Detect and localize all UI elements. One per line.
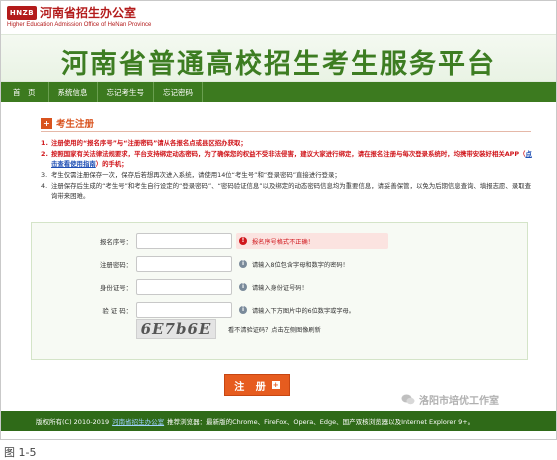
page-title: 河南省普通高校招生考生服务平台 xyxy=(61,49,496,80)
captcha-label: 验 证 码： xyxy=(102,307,132,315)
enroll-id-input[interactable] xyxy=(136,233,232,249)
info-icon: i xyxy=(239,306,247,314)
captcha-input-hint: 请输入下方图片中的6位数字或字母。 xyxy=(252,308,355,315)
main-nav: 首 页 系统信息 忘记考生号 忘记密码 xyxy=(1,82,556,102)
note-number: 3. xyxy=(41,171,48,179)
register-button[interactable]: 注 册 + xyxy=(224,374,290,396)
note-number: 2. xyxy=(41,150,48,158)
form-row-id-card: 身份证号： i 请输入身份证号码！ xyxy=(32,279,529,295)
note-item: 3. 考生仅需注册保存一次，保存后若想再次进入系统，请使用14位“考生号”和“登… xyxy=(41,170,533,180)
logo-icon[interactable]: HNZB xyxy=(7,6,37,20)
note-item: 4. 注册保存后生成的“考生号”和考生自行设定的“登录密码”、“密码验证信息”以… xyxy=(41,181,533,201)
section-header: + 考生注册 xyxy=(41,116,94,130)
note-text: 按照国家有关法律法规要求，平台支持绑定动态密码，为了确保您的权益不受非法侵害，建… xyxy=(51,149,533,169)
id-card-label: 身份证号： xyxy=(100,284,132,292)
top-logo-bar: HNZB 河南省招生办公室 Higher Education Admission… xyxy=(1,1,556,34)
register-button-label: 注 册 xyxy=(234,381,270,393)
plus-icon: + xyxy=(271,381,280,389)
note-text-after: ）的手机； xyxy=(95,160,128,168)
main-content: + 考生注册 1. 注册使用的“报名序号”与“注册密码”请从各报名点或县区招办获… xyxy=(21,102,537,399)
logo-text-cn[interactable]: 河南省招生办公室 xyxy=(40,4,136,21)
note-number: 4. xyxy=(41,182,48,190)
logo-text-en: Higher Education Admission Office of HeN… xyxy=(7,22,152,28)
title-banner: 河南省普通高校招生考生服务平台 xyxy=(1,34,556,82)
note-item: 1. 注册使用的“报名序号”与“注册密码”请从各报名点或县区招办获取； xyxy=(41,138,533,148)
plus-icon: + xyxy=(41,117,52,129)
id-card-hint: 请输入身份证号码！ xyxy=(252,285,308,292)
nav-item-system-info[interactable]: 系统信息 xyxy=(49,82,98,102)
form-row-password: 注册密码： i 请输入8位包含字母和数字的密码！ xyxy=(32,256,529,272)
captcha-input[interactable] xyxy=(136,302,232,318)
footer-copyright: 版权所有(C) 2010-2019 xyxy=(36,418,110,426)
section-title: 考生注册 xyxy=(56,119,95,130)
captcha-image[interactable]: 6E7b6E xyxy=(136,319,216,339)
password-hint: 请输入8位包含字母和数字的密码！ xyxy=(252,262,349,269)
enroll-id-hint: 报名序号格式不正确！ xyxy=(252,239,314,246)
watermark-text: 洛阳市培优工作室 xyxy=(419,396,499,407)
footer: 版权所有(C) 2010-2019 河南省招生办公室 推荐浏览器：最新版的Chr… xyxy=(1,411,556,431)
note-text-main: 按照国家有关法律法规要求，平台支持绑定动态密码，为了确保您的权益不受非法侵害，建… xyxy=(51,150,526,158)
footer-browser-text: 推荐浏览器：最新版的Chrome、FireFox、Opera、Edge、国产双核… xyxy=(167,418,475,426)
note-text: 注册使用的“报名序号”与“注册密码”请从各报名点或县区招办获取； xyxy=(51,139,247,147)
error-icon: ! xyxy=(239,237,247,245)
info-icon: i xyxy=(239,283,247,291)
id-card-input[interactable] xyxy=(136,279,232,295)
section-divider xyxy=(41,131,531,132)
note-item: 2. 按照国家有关法律法规要求，平台支持绑定动态密码，为了确保您的权益不受非法侵… xyxy=(41,149,533,169)
info-icon: i xyxy=(239,260,247,268)
captcha-refresh-hint: 看不清验证码？点击左侧图像刷新 xyxy=(228,327,321,334)
nav-item-forgot-exam-number[interactable]: 忘记考生号 xyxy=(98,82,154,102)
wechat-icon xyxy=(401,394,415,405)
registration-form: 报名序号： ! 报名序号格式不正确！ 注册密码： i 请输入8位包含字母和数字的… xyxy=(31,222,528,360)
notes-list: 1. 注册使用的“报名序号”与“注册密码”请从各报名点或县区招办获取； 2. 按… xyxy=(41,138,533,202)
note-text: 考生仅需注册保存一次，保存后若想再次进入系统，请使用14位“考生号”和“登录密码… xyxy=(51,171,341,179)
password-input[interactable] xyxy=(136,256,232,272)
nav-item-home[interactable]: 首 页 xyxy=(1,82,49,102)
note-number: 1. xyxy=(41,139,48,147)
figure-caption: 图 1-5 xyxy=(4,446,37,459)
enroll-id-label: 报名序号： xyxy=(100,238,132,246)
form-row-enroll-id: 报名序号： ! 报名序号格式不正确！ xyxy=(32,233,529,249)
note-text: 注册保存后生成的“考生号”和考生自行设定的“登录密码”、“密码验证信息”以及绑定… xyxy=(51,182,531,200)
password-label: 注册密码： xyxy=(100,261,132,269)
footer-owner-link[interactable]: 河南省招生办公室 xyxy=(112,416,164,426)
page-frame: HNZB 河南省招生办公室 Higher Education Admission… xyxy=(0,0,557,440)
form-row-captcha: 验 证 码： i 请输入下方图片中的6位数字或字母。 xyxy=(32,302,529,318)
watermark: 洛阳市培优工作室 xyxy=(401,392,499,407)
nav-item-forgot-password[interactable]: 忘记密码 xyxy=(154,82,203,102)
